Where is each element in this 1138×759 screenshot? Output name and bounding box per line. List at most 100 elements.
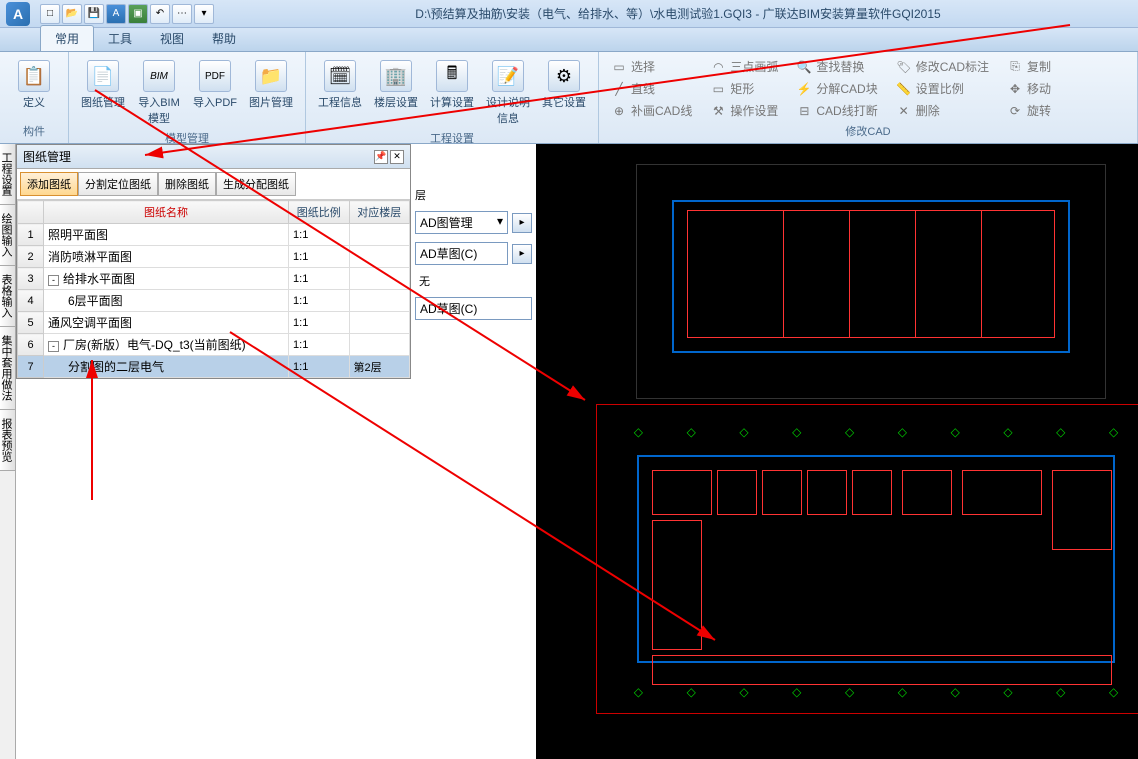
- calc-set-button[interactable]: 🖩计算设置: [426, 56, 478, 128]
- table-row[interactable]: 1照明平面图1:1: [18, 224, 410, 246]
- table-row[interactable]: 5通风空调平面图1:1: [18, 312, 410, 334]
- three-arc-button[interactable]: ◠三点画弧: [706, 56, 782, 77]
- split-icon: ⚡: [796, 81, 812, 97]
- select-button[interactable]: ▭选择: [607, 56, 696, 77]
- cell-name[interactable]: 分割图的二层电气: [44, 356, 289, 378]
- cell-floor[interactable]: 第2层: [349, 356, 409, 378]
- redo-icon[interactable]: ⋯: [172, 4, 192, 24]
- save-icon[interactable]: 💾: [84, 4, 104, 24]
- undo-icon[interactable]: ↶: [150, 4, 170, 24]
- cad-sketch1-go-button[interactable]: ▸: [512, 244, 532, 264]
- pic-mgr-button[interactable]: 📁图片管理: [245, 56, 297, 128]
- gen-drawing-button[interactable]: 生成分配图纸: [216, 172, 296, 196]
- cell-name[interactable]: 消防喷淋平面图: [44, 246, 289, 268]
- table-row[interactable]: 46层平面图1:1: [18, 290, 410, 312]
- op-set-button[interactable]: ⚒操作设置: [706, 100, 782, 121]
- design-info-button[interactable]: 📝设计说明信息: [482, 56, 534, 128]
- paper-mgr-button[interactable]: 📄图纸管理: [77, 56, 129, 128]
- cad-mgr-go-button[interactable]: ▸: [512, 213, 532, 233]
- line-button[interactable]: ╱直线: [607, 78, 696, 99]
- cell-scale[interactable]: 1:1: [289, 356, 349, 378]
- cell-name[interactable]: 照明平面图: [44, 224, 289, 246]
- proj-info-button[interactable]: 🗓工程信息: [314, 56, 366, 128]
- table-row[interactable]: 3-给排水平面图1:1: [18, 268, 410, 290]
- cell-floor[interactable]: [349, 290, 409, 312]
- cad-viewport[interactable]: ◇◇◇◇◇◇◇◇◇◇ ◇◇◇◇◇◇◇◇◇◇: [536, 144, 1138, 759]
- col-floor[interactable]: 对应楼层: [349, 201, 409, 224]
- table-row[interactable]: 7分割图的二层电气1:1第2层: [18, 356, 410, 378]
- cell-scale[interactable]: 1:1: [289, 290, 349, 312]
- add-drawing-button[interactable]: 添加图纸: [20, 172, 78, 196]
- tab-tools[interactable]: 工具: [94, 26, 146, 51]
- col-scale[interactable]: 图纸比例: [289, 201, 349, 224]
- pin-icon[interactable]: 📌: [374, 150, 388, 164]
- cad-break-button[interactable]: ⊟CAD线打断: [792, 100, 881, 121]
- tree-toggle-icon[interactable]: -: [48, 275, 59, 286]
- cell-scale[interactable]: 1:1: [289, 334, 349, 356]
- chevron-down-icon: ▾: [497, 214, 503, 231]
- select-icon: ▭: [611, 59, 627, 75]
- cad-mgr-dropdown[interactable]: AD图管理▾: [415, 211, 508, 234]
- cell-floor[interactable]: [349, 246, 409, 268]
- cell-scale[interactable]: 1:1: [289, 312, 349, 334]
- tab-common[interactable]: 常用: [40, 25, 94, 51]
- vtab-draw-input[interactable]: 绘图输入: [0, 205, 15, 266]
- mod-label-button[interactable]: 🏷修改CAD标注: [892, 56, 993, 77]
- group-model-mgr: 📄图纸管理 BIM导入BIM模型 PDF导入PDF 📁图片管理 模型管理: [69, 52, 306, 143]
- import-bim-button[interactable]: BIM导入BIM模型: [133, 56, 185, 128]
- copy-button[interactable]: ⎘复制: [1003, 56, 1055, 77]
- col-name[interactable]: 图纸名称: [44, 201, 289, 224]
- delete-button[interactable]: ✕删除: [892, 100, 993, 121]
- define-button[interactable]: 📋 定义: [8, 56, 60, 112]
- cad-sketch1-dropdown[interactable]: AD草图(C): [415, 242, 508, 265]
- split-drawing-button[interactable]: 分割定位图纸: [78, 172, 158, 196]
- fill-cad-button[interactable]: ⊕补画CAD线: [607, 100, 696, 121]
- cell-name[interactable]: -厂房(新版）电气-DQ_t3(当前图纸): [44, 334, 289, 356]
- a-icon[interactable]: A: [106, 4, 126, 24]
- cell-scale[interactable]: 1:1: [289, 224, 349, 246]
- layer-icon[interactable]: ▣: [128, 4, 148, 24]
- row-number: 7: [18, 356, 44, 378]
- new-icon[interactable]: □: [40, 4, 60, 24]
- cell-name[interactable]: 通风空调平面图: [44, 312, 289, 334]
- dropdown-icon[interactable]: ▾: [194, 4, 214, 24]
- group-component: 📋 定义 构件: [0, 52, 69, 143]
- tree-toggle-icon[interactable]: -: [48, 341, 59, 352]
- vtab-table-input[interactable]: 表格输入: [0, 266, 15, 327]
- cell-scale[interactable]: 1:1: [289, 246, 349, 268]
- cell-floor[interactable]: [349, 224, 409, 246]
- close-icon[interactable]: ✕: [390, 150, 404, 164]
- import-pdf-button[interactable]: PDF导入PDF: [189, 56, 241, 128]
- titlebar: A □ 📂 💾 A ▣ ↶ ⋯ ▾ D:\预结算及抽筋\安装（电气、给排水、等）…: [0, 0, 1138, 28]
- move-button[interactable]: ✥移动: [1003, 78, 1055, 99]
- table-row[interactable]: 6-厂房(新版）电气-DQ_t3(当前图纸)1:1: [18, 334, 410, 356]
- cell-floor[interactable]: [349, 334, 409, 356]
- cell-name[interactable]: 6层平面图: [44, 290, 289, 312]
- floor-set-button[interactable]: 🏢楼层设置: [370, 56, 422, 128]
- set-scale-button[interactable]: 📏设置比例: [892, 78, 993, 99]
- search-icon: 🔍: [796, 59, 812, 75]
- cad-sketch2-dropdown[interactable]: AD草图(C): [415, 297, 532, 320]
- vtab-project-set[interactable]: 工程设置: [0, 144, 15, 205]
- vtab-batch-apply[interactable]: 集中套用做法: [0, 327, 15, 410]
- other-set-button[interactable]: ⚙其它设置: [538, 56, 590, 128]
- vtab-report-preview[interactable]: 报表预览: [0, 410, 15, 471]
- rect-button[interactable]: ▭矩形: [706, 78, 782, 99]
- tab-view[interactable]: 视图: [146, 26, 198, 51]
- tab-help[interactable]: 帮助: [198, 26, 250, 51]
- del-drawing-button[interactable]: 删除图纸: [158, 172, 216, 196]
- cell-scale[interactable]: 1:1: [289, 268, 349, 290]
- floor-label: 层: [415, 187, 426, 203]
- col-rownum: [18, 201, 44, 224]
- find-button[interactable]: 🔍查找替换: [792, 56, 881, 77]
- cell-name[interactable]: -给排水平面图: [44, 268, 289, 290]
- open-icon[interactable]: 📂: [62, 4, 82, 24]
- rotate-button[interactable]: ⟳旋转: [1003, 100, 1055, 121]
- cell-floor[interactable]: [349, 312, 409, 334]
- app-icon[interactable]: A: [6, 2, 30, 26]
- table-row[interactable]: 2消防喷淋平面图1:1: [18, 246, 410, 268]
- cell-floor[interactable]: [349, 268, 409, 290]
- row-number: 2: [18, 246, 44, 268]
- split-cad-button[interactable]: ⚡分解CAD块: [792, 78, 881, 99]
- group-label: 构件: [8, 121, 60, 139]
